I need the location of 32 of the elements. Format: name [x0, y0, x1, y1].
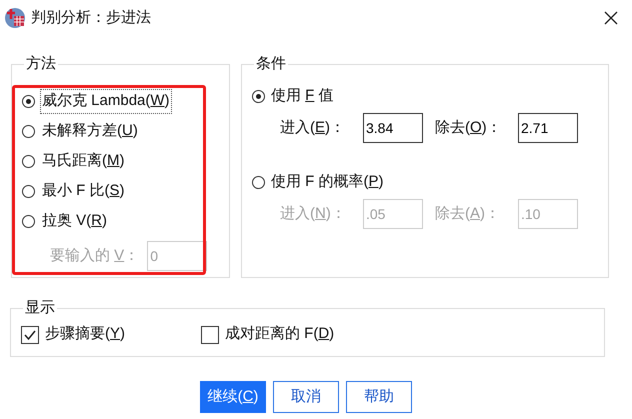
radio-label[interactable]: 未解释方差(U)	[41, 120, 139, 143]
dialog-button[interactable]: 继续(C)	[200, 381, 266, 413]
close-icon[interactable]	[604, 11, 618, 25]
input-field[interactable]: 2.71	[518, 113, 578, 143]
radio-button[interactable]	[22, 185, 35, 198]
field-label: 要输入的 V：	[50, 246, 140, 266]
radio-label[interactable]: 使用 F 的概率(P)	[271, 170, 384, 194]
radio-button[interactable]	[22, 95, 35, 108]
radio-label[interactable]: 马氏距离(M)	[41, 150, 126, 173]
radio-button[interactable]	[22, 125, 35, 138]
checkmark-icon	[23, 328, 37, 342]
radio-button[interactable]	[252, 90, 265, 102]
checkbox[interactable]	[201, 326, 219, 344]
input-field[interactable]: 3.84	[363, 113, 423, 143]
dialog-button[interactable]: 取消	[273, 381, 339, 413]
radio-button[interactable]	[22, 215, 35, 228]
radio-label[interactable]: 使用 F 值	[271, 84, 334, 108]
field-label: 进入(E)：	[280, 118, 346, 138]
dialog-button[interactable]: 帮助	[346, 381, 412, 413]
checkbox-label[interactable]: 步骤摘要(Y)	[45, 323, 126, 346]
radio-label[interactable]: 最小 F 比(S)	[41, 180, 126, 203]
radio-label[interactable]: 拉奥 V(R)	[41, 210, 108, 233]
app-icon	[4, 7, 26, 29]
radio-label[interactable]: 威尔克 Lambda(W)	[41, 90, 171, 113]
field-label: 进入(N)：	[280, 204, 347, 224]
field-label: 除去(A)：	[435, 204, 502, 224]
field-label: 除去(O)：	[435, 118, 503, 138]
checkbox[interactable]	[21, 326, 39, 344]
radio-button[interactable]	[22, 155, 35, 168]
window-title: 判别分析：步进法	[31, 8, 151, 28]
checkbox-label[interactable]: 成对距离的 F(D)	[225, 323, 334, 346]
radio-button[interactable]	[252, 176, 265, 188]
